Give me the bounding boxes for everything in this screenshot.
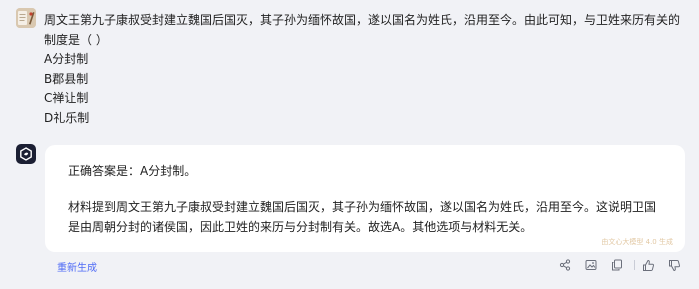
action-divider	[634, 260, 635, 270]
question-line: 制度是（ ）	[44, 32, 108, 47]
chat-page: 周文王第九子康叔受封建立魏国后国灭，其子孙为缅怀故国，遂以国名为姓氏，沿用至今。…	[0, 0, 699, 289]
explanation-line: 材料提到周文王第九子康叔受封建立魏国后国灭，其子孙为缅怀故国，遂以国名为姓氏，沿…	[68, 200, 657, 214]
thumbs-down-icon[interactable]	[665, 256, 683, 274]
question-line: 周文王第九子康叔受封建立魏国后国灭，其子孙为缅怀故国，遂以国名为姓氏，沿用至今。…	[44, 13, 681, 27]
regenerate-button[interactable]: 重新生成	[57, 259, 97, 274]
thumbs-up-icon[interactable]	[639, 256, 657, 274]
answer-actions	[556, 256, 683, 274]
answer-card: 正确答案是：A分封制。 材料提到周文王第九子康叔受封建立魏国后国灭，其子孙为缅怀…	[45, 145, 685, 252]
image-icon[interactable]	[582, 256, 600, 274]
correct-answer: 正确答案是：A分封制。	[68, 164, 197, 178]
model-watermark: 由文心大模型 4.0 生成	[601, 238, 673, 246]
user-avatar	[16, 8, 36, 28]
option-c: C禅让制	[44, 91, 89, 106]
explanation-line: 是由周朝分封的诸侯国，因此卫姓的来历与分封制有关。故选A。其他选项与材料无关。	[68, 220, 533, 234]
option-b: B郡县制	[44, 71, 89, 86]
bot-avatar	[16, 144, 36, 164]
share-icon[interactable]	[556, 256, 574, 274]
option-d: D礼乐制	[44, 110, 90, 125]
answer-explanation: 材料提到周文王第九子康叔受封建立魏国后国灭，其子孙为缅怀故国，遂以国名为姓氏，沿…	[68, 197, 668, 237]
option-a: A分封制	[44, 52, 89, 67]
question-text: 周文王第九子康叔受封建立魏国后国灭，其子孙为缅怀故国，遂以国名为姓氏，沿用至今。…	[44, 11, 689, 129]
copy-icon[interactable]	[608, 256, 626, 274]
bot-logo-icon	[20, 147, 32, 161]
